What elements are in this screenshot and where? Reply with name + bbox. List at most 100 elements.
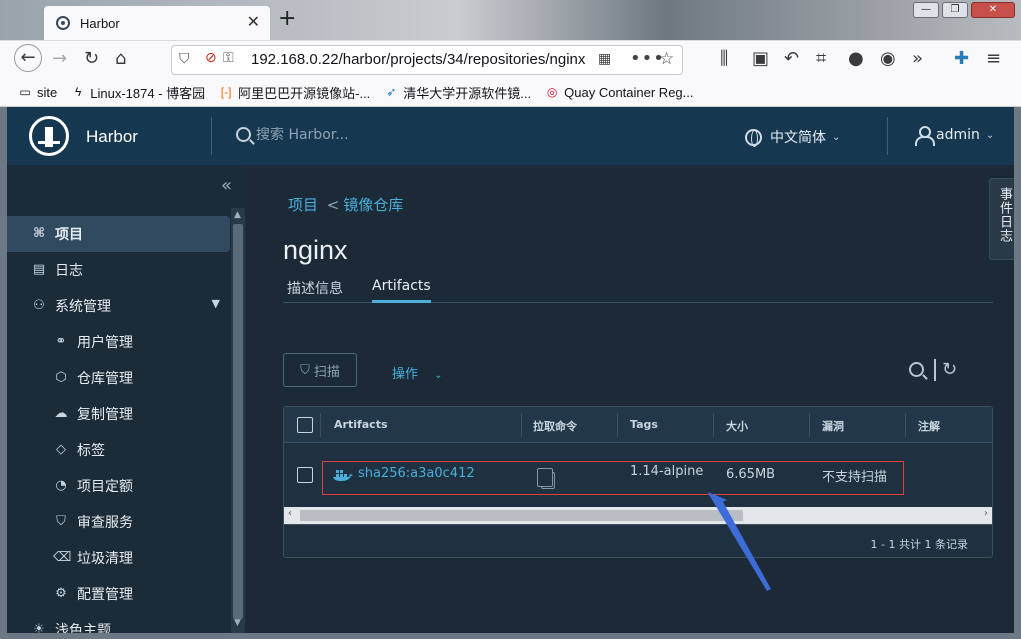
search-icon: [236, 127, 251, 142]
scroll-down-icon[interactable]: ▼: [234, 618, 241, 628]
window-controls: — ❐ ✕: [913, 2, 1015, 18]
scroll-left-icon[interactable]: ‹: [288, 508, 292, 519]
extension-icon[interactable]: ●: [848, 49, 864, 69]
username: admin: [936, 127, 980, 143]
sidebar-item-labels[interactable]: ◇ 标签: [7, 432, 230, 468]
crop-icon[interactable]: ⌗: [816, 49, 826, 69]
bookmark-item[interactable]: ◎ Quay Container Reg...: [545, 85, 694, 100]
sidebar-item-label: 复制管理: [77, 407, 133, 423]
highlight-box: [322, 461, 904, 495]
sidebar-item-gc[interactable]: ⌫ 垃圾清理: [7, 540, 230, 576]
bookmark-item[interactable]: ▭ site: [18, 85, 57, 100]
url-bar[interactable]: ⛉ ⊘ ⚿ 192.168.0.22/harbor/projects/34/re…: [171, 45, 683, 75]
minimize-button[interactable]: —: [913, 2, 939, 18]
home-icon[interactable]: ⌂: [115, 49, 126, 69]
column-header[interactable]: 拉取命令: [533, 418, 577, 434]
scrollbar-thumb[interactable]: [300, 510, 743, 521]
brand-name[interactable]: Harbor: [86, 127, 138, 147]
tab-info[interactable]: 描述信息: [287, 278, 343, 304]
scan-button[interactable]: ⛉ 扫描: [283, 353, 357, 387]
title-bar: Harbor ✕ + — ❐ ✕: [0, 0, 1021, 40]
scrollbar-thumb[interactable]: [233, 224, 243, 619]
forward-button-icon[interactable]: →: [52, 49, 67, 69]
breadcrumb-repositories[interactable]: 镜像仓库: [343, 196, 403, 214]
reload-icon[interactable]: ↻: [84, 49, 99, 69]
bookmark-label: site: [37, 84, 58, 100]
scan-button-label: 扫描: [313, 364, 340, 380]
sidebar-item-light-theme[interactable]: ☀ 浅色主题: [7, 612, 230, 633]
sidebar-item-label: 配置管理: [77, 587, 133, 603]
language-selector[interactable]: 中文简体 ⌄: [745, 127, 840, 147]
navigation-toolbar: ← → ↻ ⌂ ⛉ ⊘ ⚿ 192.168.0.22/harbor/projec…: [0, 40, 1021, 78]
user-menu[interactable]: admin ⌄: [915, 126, 995, 146]
shield-icon: ⛉: [56, 514, 66, 529]
key-icon[interactable]: ⚿: [223, 50, 234, 66]
scroll-right-icon[interactable]: ›: [984, 508, 988, 519]
harbor-logo-icon[interactable]: [29, 116, 69, 156]
overflow-icon[interactable]: »: [912, 49, 923, 69]
sidebar-item-administration[interactable]: ⚇ 系统管理 ▼: [7, 288, 230, 324]
column-separator: [320, 413, 321, 437]
sidebar-item-replications[interactable]: ☁ 复制管理: [7, 396, 230, 432]
bookmark-item[interactable]: ➶ 清华大学开源软件镜...: [384, 83, 531, 102]
bookmark-item[interactable]: [-] 阿里巴巴开源镜像站-...: [219, 83, 371, 102]
extensions-puzzle-icon[interactable]: ✚: [954, 49, 969, 69]
global-search-input[interactable]: [256, 127, 456, 143]
tab-artifacts[interactable]: Artifacts: [372, 278, 431, 303]
sidebar-item-configuration[interactable]: ⚙ 配置管理: [7, 576, 230, 612]
browser-chrome: Harbor ✕ + — ❐ ✕ ← → ↻ ⌂ ⛉ ⊘ ⚿ 192.168.0…: [0, 0, 1021, 107]
bookmark-label: 阿里巴巴开源镜像站-...: [238, 85, 371, 101]
browser-tab[interactable]: Harbor ✕: [44, 6, 270, 40]
event-log-tab[interactable]: 事件日志: [989, 178, 1015, 260]
insecure-lock-icon[interactable]: ⊘: [205, 50, 217, 66]
refresh-icon[interactable]: ↻: [942, 359, 957, 380]
shield-check-icon: ⛉: [300, 362, 310, 378]
sun-icon: ☀: [33, 622, 45, 633]
close-window-button[interactable]: ✕: [971, 2, 1015, 18]
horizontal-scrollbar[interactable]: ‹ ›: [284, 507, 992, 524]
bookmark-item[interactable]: ϟ Linux-1874 - 博客园: [71, 83, 205, 102]
sidebar-item-registries[interactable]: ⬡ 仓库管理: [7, 360, 230, 396]
maximize-button[interactable]: ❐: [942, 2, 968, 18]
registry-icon: ⬡: [55, 370, 67, 385]
quay-icon: ◎: [546, 85, 558, 99]
library-icon[interactable]: ⫼: [720, 49, 728, 69]
breadcrumb: 项目 < 镜像仓库: [288, 194, 403, 215]
globe-icon: [745, 128, 762, 147]
sidebar-toggle-icon[interactable]: ▣: [752, 49, 769, 69]
trash-icon: ⌫: [53, 550, 72, 565]
column-header[interactable]: 大小: [726, 418, 748, 434]
hamburger-menu-icon[interactable]: ≡: [986, 49, 1001, 69]
collapse-sidebar-icon[interactable]: «: [221, 175, 232, 196]
column-header[interactable]: Tags: [630, 418, 658, 431]
tab-close-icon[interactable]: ✕: [247, 14, 260, 30]
back-button-icon[interactable]: ←: [14, 44, 42, 72]
row-checkbox[interactable]: [297, 467, 313, 483]
column-header[interactable]: Artifacts: [334, 418, 388, 431]
tracking-shield-icon[interactable]: ⛉: [179, 51, 190, 67]
qr-code-icon[interactable]: ▦: [598, 51, 611, 67]
bookmark-star-icon[interactable]: ☆: [659, 49, 674, 69]
sidebar-scrollbar[interactable]: ▲ ▼: [231, 208, 245, 633]
column-header[interactable]: 注解: [918, 418, 940, 434]
undo-icon[interactable]: ↶: [784, 49, 799, 69]
breadcrumb-projects[interactable]: 项目: [288, 196, 318, 214]
select-all-checkbox[interactable]: [297, 417, 313, 433]
account-icon[interactable]: ◉: [880, 49, 896, 69]
chevron-down-icon: ⌄: [985, 129, 995, 141]
sidebar-item-users[interactable]: ⚭ 用户管理: [7, 324, 230, 360]
sidebar-item-logs[interactable]: ▤ 日志: [7, 252, 230, 288]
url-text[interactable]: 192.168.0.22/harbor/projects/34/reposito…: [251, 51, 585, 68]
new-tab-button[interactable]: +: [278, 8, 296, 30]
actions-dropdown[interactable]: 操作 ⌄: [392, 363, 443, 382]
sidebar-item-projects[interactable]: ⌘ 项目: [7, 216, 230, 252]
scroll-up-icon[interactable]: ▲: [234, 210, 241, 220]
window-border: [0, 633, 1021, 639]
column-header[interactable]: 漏洞: [822, 418, 844, 434]
sidebar-item-quotas[interactable]: ◔ 项目定额: [7, 468, 230, 504]
sidebar-item-label: 浅色主题: [55, 623, 111, 633]
sidebar-item-interrogation[interactable]: ⛉ 审查服务: [7, 504, 230, 540]
chevron-down-icon: ⌄: [832, 131, 841, 143]
filter-search-icon[interactable]: [909, 362, 924, 377]
header-divider: [887, 117, 888, 155]
